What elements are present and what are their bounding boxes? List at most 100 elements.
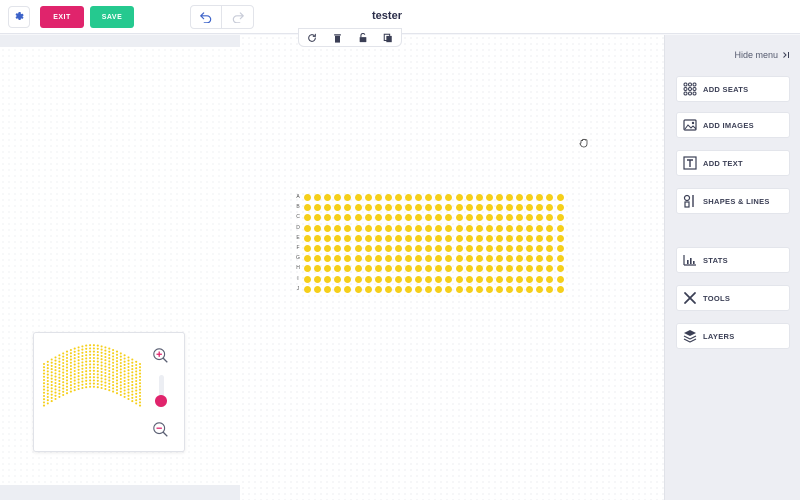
seat[interactable] [445, 255, 453, 263]
seat[interactable] [536, 275, 544, 283]
tools-button[interactable]: TOOLS [676, 285, 790, 311]
seat[interactable] [425, 204, 433, 212]
seat[interactable] [506, 275, 513, 283]
seat[interactable] [495, 224, 503, 232]
seat[interactable] [314, 285, 322, 293]
seat[interactable] [546, 245, 554, 252]
seat[interactable] [556, 265, 564, 273]
seat[interactable] [536, 255, 544, 263]
seat[interactable] [364, 275, 372, 283]
stats-button[interactable]: STATS [676, 247, 790, 273]
seat[interactable] [334, 224, 342, 232]
seat[interactable] [384, 194, 392, 201]
seat[interactable] [485, 204, 493, 212]
seat[interactable] [435, 214, 443, 222]
seat[interactable] [384, 255, 392, 263]
settings-button[interactable] [8, 6, 30, 28]
seat[interactable] [354, 234, 362, 242]
seat[interactable] [334, 265, 342, 273]
seat[interactable] [354, 265, 362, 273]
seat[interactable] [415, 214, 423, 222]
seat[interactable] [344, 285, 352, 293]
seat[interactable] [405, 194, 412, 201]
seat[interactable] [455, 204, 463, 212]
seat[interactable] [435, 245, 443, 252]
seat[interactable] [334, 204, 342, 212]
seat[interactable] [495, 234, 503, 242]
seat[interactable] [475, 275, 483, 283]
seat[interactable] [546, 234, 554, 242]
seat[interactable] [495, 245, 503, 252]
seat[interactable] [485, 285, 493, 293]
seat[interactable] [526, 275, 534, 283]
seat[interactable] [314, 265, 322, 273]
seat[interactable] [546, 224, 554, 232]
seat[interactable] [455, 245, 463, 252]
seat[interactable] [374, 224, 382, 232]
seat[interactable] [364, 224, 372, 232]
seat[interactable] [536, 245, 544, 252]
seat[interactable] [425, 234, 433, 242]
seat-row[interactable]: I [294, 275, 569, 284]
seat[interactable] [516, 234, 524, 242]
seat[interactable] [415, 275, 423, 283]
seat[interactable] [526, 214, 534, 222]
seat[interactable] [516, 194, 524, 201]
add-seats-button[interactable]: ADD SEATS [676, 76, 790, 102]
seat[interactable] [334, 214, 342, 222]
seat[interactable] [536, 265, 544, 273]
seat[interactable] [324, 245, 332, 252]
seat[interactable] [364, 214, 372, 222]
seat-row[interactable]: D [294, 224, 569, 233]
minimap-preview[interactable] [38, 339, 148, 411]
seat[interactable] [445, 234, 453, 242]
seat[interactable] [324, 214, 332, 222]
seat[interactable] [405, 285, 412, 293]
seat[interactable] [546, 204, 554, 212]
seat[interactable] [304, 255, 311, 263]
seat[interactable] [344, 204, 352, 212]
seat[interactable] [465, 245, 473, 252]
seat[interactable] [425, 224, 433, 232]
seat[interactable] [506, 245, 513, 252]
seat[interactable] [465, 204, 473, 212]
seat[interactable] [425, 265, 433, 273]
seat[interactable] [455, 265, 463, 273]
seat[interactable] [526, 194, 534, 201]
seat[interactable] [354, 224, 362, 232]
seat[interactable] [435, 234, 443, 242]
seat[interactable] [394, 265, 402, 273]
seat[interactable] [364, 285, 372, 293]
seat[interactable] [485, 265, 493, 273]
seat[interactable] [526, 245, 534, 252]
add-images-button[interactable]: ADD IMAGES [676, 112, 790, 138]
seat[interactable] [556, 245, 564, 252]
seat[interactable] [475, 224, 483, 232]
seat[interactable] [516, 224, 524, 232]
seat[interactable] [526, 265, 534, 273]
seat[interactable] [405, 275, 412, 283]
seat[interactable] [314, 204, 322, 212]
shapes-lines-button[interactable]: SHAPES & LINES [676, 188, 790, 214]
seat[interactable] [364, 265, 372, 273]
seat[interactable] [374, 204, 382, 212]
seat[interactable] [415, 255, 423, 263]
seat[interactable] [314, 245, 322, 252]
seat[interactable] [556, 275, 564, 283]
seat[interactable] [455, 255, 463, 263]
seat[interactable] [435, 204, 443, 212]
seat[interactable] [556, 234, 564, 242]
seat[interactable] [344, 265, 352, 273]
seat[interactable] [556, 214, 564, 222]
seat[interactable] [354, 275, 362, 283]
seat[interactable] [304, 285, 311, 293]
seat[interactable] [374, 285, 382, 293]
seat[interactable] [344, 234, 352, 242]
seat[interactable] [556, 285, 564, 293]
seat[interactable] [465, 224, 473, 232]
seat[interactable] [516, 204, 524, 212]
seat[interactable] [445, 275, 453, 283]
seat[interactable] [445, 224, 453, 232]
seat[interactable] [516, 275, 524, 283]
seat[interactable] [405, 245, 412, 252]
